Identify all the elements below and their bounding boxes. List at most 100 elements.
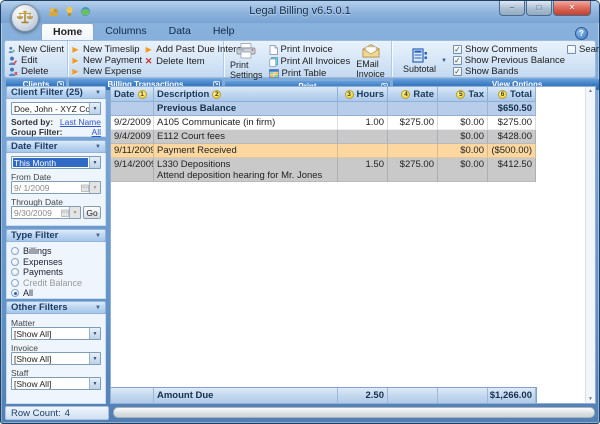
- calendar-icon: [60, 207, 69, 218]
- print-settings-button[interactable]: Print Settings: [227, 43, 266, 80]
- dropdown-button-icon: ▼: [89, 103, 100, 114]
- minimize-button[interactable]: –: [499, 1, 525, 16]
- ribbon: New Client Edit Delete Clients ↘ ▶: [4, 40, 596, 78]
- table-grid-icon: [269, 69, 279, 78]
- sorted-by-label: Sorted by:: [11, 117, 53, 127]
- email-invoice-button[interactable]: EMail Invoice: [353, 43, 388, 80]
- show-bands-checkbox[interactable]: ✓ Show Bands: [453, 66, 561, 77]
- column-badge: 1: [138, 90, 147, 99]
- show-previous-balance-checkbox[interactable]: ✓ Show Previous Balance: [453, 55, 561, 66]
- column-badge: 2: [212, 90, 221, 99]
- tab-columns[interactable]: Columns: [94, 23, 157, 40]
- tab-help[interactable]: Help: [202, 23, 246, 40]
- tab-data[interactable]: Data: [158, 23, 202, 40]
- grid-row[interactable]: 9/2/2009 A105 Communicate (in firm) 1.00…: [111, 116, 536, 130]
- column-header-total[interactable]: 6Total: [488, 87, 536, 102]
- column-badge: 5: [456, 90, 465, 99]
- delete-client-button[interactable]: Delete: [8, 66, 64, 77]
- checkbox-unchecked-icon: [567, 45, 576, 54]
- grid-row-previous-balance[interactable]: Previous Balance $650.50: [111, 102, 536, 116]
- horizontal-scrollbar[interactable]: [113, 407, 595, 418]
- collapse-chevron-icon: ▼: [95, 233, 101, 239]
- app-logo-scales-icon[interactable]: [11, 4, 39, 32]
- dropdown-button-icon: ▼: [89, 328, 100, 339]
- vertical-scrollbar[interactable]: ▲ ▼: [585, 87, 595, 403]
- documents-stack-icon: [269, 57, 278, 67]
- client-filter-panel: Doe, John - XYZ Corporation ▼ Sorted by:…: [6, 99, 106, 137]
- row-comment: Attend deposition hearing for Mr. Jones: [157, 170, 322, 181]
- maximize-button[interactable]: □: [526, 1, 552, 16]
- payment-arrow-icon: ▶: [71, 56, 80, 65]
- subtotal-grid-icon: [412, 48, 428, 63]
- app-window: Legal Billing v6.5.0.1 – □ ✕ Home Column…: [0, 0, 600, 424]
- go-button[interactable]: Go: [83, 206, 101, 219]
- ribbon-group-view-options: Subtotal ▼ ✓ Show Comments ✓ Show Previo…: [392, 41, 600, 77]
- radio-icon: [11, 279, 19, 287]
- client-select[interactable]: Doe, John - XYZ Corporation ▼: [11, 102, 101, 115]
- other-filters-panel: Matter [Show All] ▼ Invoice [Show All] ▼…: [6, 314, 106, 404]
- new-client-button[interactable]: New Client: [8, 44, 64, 55]
- new-expense-button[interactable]: ▶ New Expense: [71, 66, 142, 77]
- column-header-hours[interactable]: 3Hours: [338, 87, 388, 102]
- timeslip-arrow-icon: ▶: [71, 45, 80, 54]
- grid-row[interactable]: 9/14/2009 L330 Depositions Attend deposi…: [111, 158, 536, 182]
- close-button[interactable]: ✕: [553, 1, 591, 16]
- invoice-select[interactable]: [Show All] ▼: [11, 352, 101, 365]
- dropdown-button-icon: ▼: [89, 353, 100, 364]
- billing-grid: Date1 Description2 3Hours 4Rate 5Tax 6To…: [110, 86, 596, 404]
- scroll-up-icon[interactable]: ▲: [588, 88, 593, 94]
- radio-icon: [11, 268, 19, 276]
- search-footer-checkbox[interactable]: Search Footer: [567, 44, 600, 55]
- radio-expenses[interactable]: Expenses: [11, 257, 101, 268]
- collapse-chevron-icon: ▼: [95, 90, 101, 96]
- client-filter-header[interactable]: Client Filter (25) ▼: [6, 86, 106, 99]
- column-header-rate[interactable]: 4Rate: [388, 87, 438, 102]
- show-comments-checkbox[interactable]: ✓ Show Comments: [453, 44, 561, 55]
- radio-credit-balance: Credit Balance: [11, 278, 101, 289]
- column-header-date[interactable]: Date1: [111, 87, 154, 102]
- dropdown-button-icon: ▼: [69, 207, 80, 218]
- matter-select[interactable]: [Show All] ▼: [11, 327, 101, 340]
- print-table-button[interactable]: Print Table: [269, 68, 351, 79]
- staff-label: Staff: [11, 368, 101, 377]
- column-badge: 4: [401, 90, 410, 99]
- tab-home[interactable]: Home: [41, 23, 94, 40]
- amount-due-footer-row: Amount Due 2.50 $1,266.00: [111, 387, 537, 403]
- radio-icon: [11, 247, 19, 255]
- column-header-description[interactable]: Description2: [154, 87, 338, 102]
- grid-row[interactable]: 9/4/2009 E112 Court fees $0.00 $428.00: [111, 130, 536, 144]
- row-description: L330 Depositions: [157, 159, 322, 170]
- edit-client-button[interactable]: Edit: [8, 55, 64, 66]
- amount-due-label: Amount Due: [154, 388, 338, 403]
- radio-payments[interactable]: Payments: [11, 267, 101, 278]
- date-preset-select[interactable]: This Month ▼: [11, 156, 101, 169]
- column-badge: 3: [345, 90, 354, 99]
- dropdown-button-icon: ▼: [89, 157, 100, 168]
- column-header-tax[interactable]: 5Tax: [438, 87, 488, 102]
- other-filters-header[interactable]: Other Filters ▼: [6, 301, 106, 314]
- sorted-by-link[interactable]: Last Name: [60, 117, 101, 127]
- grid-header-row: Date1 Description2 3Hours 4Rate 5Tax 6To…: [111, 87, 536, 102]
- subtotal-button[interactable]: Subtotal: [400, 48, 439, 74]
- grid-row-payment[interactable]: 9/11/2009 Payment Received $0.00 ($500.0…: [111, 144, 536, 158]
- radio-all[interactable]: All: [11, 288, 101, 299]
- past-due-arrow-icon: ▶: [144, 45, 153, 54]
- dropdown-button-icon: ▼: [89, 378, 100, 389]
- help-icon[interactable]: ?: [575, 27, 588, 40]
- scroll-down-icon[interactable]: ▼: [588, 396, 593, 402]
- type-filter-header[interactable]: Type Filter ▼: [6, 229, 106, 242]
- print-all-invoices-button[interactable]: Print All Invoices: [269, 56, 351, 67]
- person-edit-icon: [8, 56, 18, 66]
- staff-select[interactable]: [Show All] ▼: [11, 377, 101, 390]
- date-filter-header[interactable]: Date Filter ▼: [6, 140, 106, 153]
- group-filter-link[interactable]: All: [92, 127, 101, 137]
- through-date-label: Through Date: [11, 197, 101, 206]
- subtotal-dropdown-icon[interactable]: ▼: [441, 58, 447, 64]
- ribbon-group-billing-transactions: ▶ New Timeslip ▶ New Payment ▶ New Expen…: [68, 41, 224, 77]
- print-invoice-button[interactable]: Print Invoice: [269, 44, 351, 55]
- from-date-input[interactable]: 9/ 1/2009 ▼: [11, 181, 101, 194]
- through-date-input[interactable]: 9/30/2009 ▼: [11, 206, 81, 219]
- new-payment-button[interactable]: ▶ New Payment: [71, 55, 142, 66]
- radio-billings[interactable]: Billings: [11, 246, 101, 257]
- new-timeslip-button[interactable]: ▶ New Timeslip: [71, 44, 142, 55]
